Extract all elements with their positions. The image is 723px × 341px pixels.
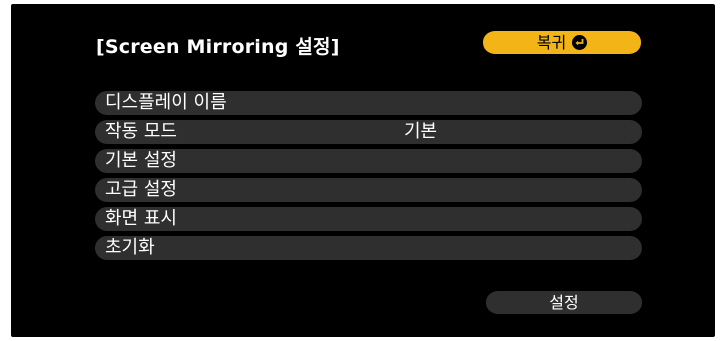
return-button-label: 복귀	[536, 33, 567, 52]
menu-item-label: 초기화	[105, 237, 155, 258]
menu-item-reset[interactable]: 초기화	[95, 236, 642, 260]
return-button[interactable]: 복귀	[483, 31, 641, 54]
menu-item-label: 기본 설정	[105, 150, 177, 171]
set-button[interactable]: 설정	[486, 291, 642, 314]
menu-item-value: 기본	[404, 121, 438, 142]
menu-item-label: 화면 표시	[105, 208, 177, 229]
menu-item-label: 작동 모드	[105, 121, 177, 142]
menu-item-advanced-settings[interactable]: 고급 설정	[95, 178, 642, 202]
menu-item-label: 디스플레이 이름	[105, 92, 227, 113]
menu-list: 디스플레이 이름 작동 모드 기본 기본 설정 고급 설정 화면 표시 초기화	[95, 91, 642, 265]
set-button-label: 설정	[549, 293, 579, 312]
menu-item-operation-mode[interactable]: 작동 모드 기본	[95, 120, 642, 144]
menu-item-basic-settings[interactable]: 기본 설정	[95, 149, 642, 173]
menu-item-label: 고급 설정	[105, 179, 177, 200]
menu-item-screen-display[interactable]: 화면 표시	[95, 207, 642, 231]
settings-screen: [Screen Mirroring 설정] 복귀 디스플레이 이름 작동 모드 …	[11, 4, 715, 337]
menu-item-display-name[interactable]: 디스플레이 이름	[95, 91, 642, 115]
page-title: [Screen Mirroring 설정]	[96, 36, 340, 58]
return-arrow-icon	[572, 35, 588, 50]
